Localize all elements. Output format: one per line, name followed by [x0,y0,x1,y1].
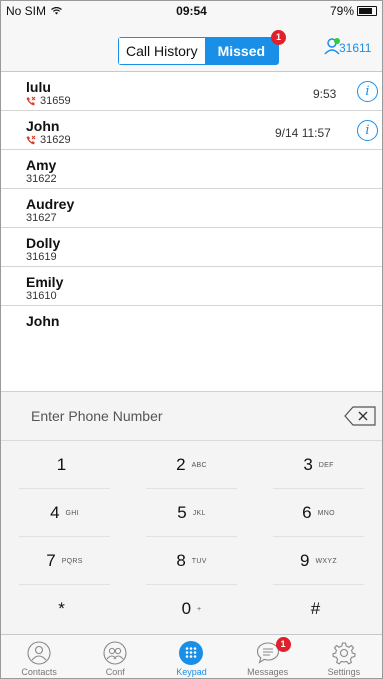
key-digit: 8 [176,551,186,570]
contacts-icon [27,641,51,665]
battery-icon [357,6,377,16]
phone-number-input[interactable] [29,404,313,428]
key-digit: 0 [181,599,192,618]
contact-number: 31622 [26,173,57,185]
key-8[interactable]: 8 TUV [128,537,255,585]
key-letters: ABC [191,461,207,469]
key-0[interactable]: 0 + [128,585,255,633]
contact-number: 31610 [26,290,57,302]
key-3[interactable]: 3 DEF [255,441,382,489]
tab-keypad[interactable]: Keypad [153,635,229,678]
keypad-icon [179,641,204,665]
key-digit: 4 [50,503,60,522]
key-letters: PQRS [61,557,83,565]
key-digit: 6 [302,503,312,522]
key-letters: JKL [192,509,206,517]
dial-pad: 1 2 ABC 3 DEF 4 GHI 5 JKL 6 MNO 7 PQRS 8 TUV 9W… [1,391,382,635]
contact-number: 31619 [26,251,57,263]
tab-messages[interactable]: 1 Messages [230,635,306,678]
info-icon[interactable]: i [357,81,378,102]
tab-call-history[interactable]: Call History [119,38,205,64]
tab-contacts[interactable]: Contacts [1,635,77,678]
backspace-icon[interactable] [344,406,376,426]
list-item[interactable]: Dolly 31619 [1,228,382,267]
tab-settings[interactable]: Settings [306,635,382,678]
contact-number-line: 31659 [26,95,71,107]
gear-icon [332,642,356,665]
list-item[interactable]: John [1,306,382,344]
list-item[interactable]: lulu 31659 9:53 i [1,72,382,111]
list-item[interactable]: Audrey 31627 [1,189,382,228]
call-history-list[interactable]: lulu 31659 9:53 i John 31629 9/14 11:57 … [1,72,382,390]
key-9[interactable]: 9 WXYZ [255,537,382,585]
contact-name: lulu [26,79,51,95]
contact-number-line: 31629 [26,134,71,146]
key-letters: TUV [191,557,207,565]
key-digit: 3 [303,455,313,474]
key-4[interactable]: 4 GHI [1,489,128,537]
messages-unread-badge: 1 [275,637,291,652]
key-2[interactable]: 2 ABC [128,441,255,489]
number-entry-bar [1,392,382,441]
key-letters: + [197,605,202,613]
key-letters: DEF [318,461,334,469]
info-icon[interactable]: i [357,120,378,141]
list-item[interactable]: John 31629 9/14 11:57 i [1,111,382,150]
key-hash[interactable]: # [255,585,382,633]
tab-label: Messages [247,667,289,677]
key-digit: 7 [46,551,56,570]
contact-name: Audrey [26,196,75,212]
contact-name: Amy [26,157,57,173]
tab-conf[interactable]: Conf [77,635,153,678]
key-6[interactable]: 6 MNO [255,489,382,537]
tab-label: Settings [327,667,361,677]
missed-call-icon [26,135,36,145]
status-bar: No SIM 09:54 79% [1,1,382,21]
key-digit: * [58,599,65,618]
call-time: 9/14 11:57 [275,126,331,140]
key-digit: 9 [300,551,310,570]
contact-number: 31627 [26,212,57,224]
call-time: 9:53 [313,87,337,101]
key-1[interactable]: 1 [1,441,128,489]
key-letters: MNO [317,509,335,517]
tab-label: Contacts [21,667,57,677]
contact-name: John [26,313,60,329]
key-letters: GHI [65,509,79,517]
key-digit: 2 [176,455,186,474]
key-star[interactable]: * [1,585,128,633]
header: Call History Missed 1 31611 [1,21,382,72]
key-digit: 1 [56,455,67,474]
contact-number: 31629 [40,134,71,146]
key-digit: # [310,599,321,618]
missed-call-icon [26,96,36,106]
history-filter-segmented-control: Call History Missed 1 [118,30,287,65]
clock: 09:54 [176,4,207,18]
contact-name: John [26,118,60,134]
key-5[interactable]: 5 JKL [128,489,255,537]
bottom-tab-bar: Contacts Conf Keypad 1 Messages Settings [1,634,382,678]
account-number[interactable]: 31611 [339,41,371,55]
key-grid: 1 2 ABC 3 DEF 4 GHI 5 JKL 6 MNO 7 PQRS 8 TUV 9W… [1,441,382,633]
key-digit: 5 [177,503,187,522]
missed-count-badge: 1 [271,30,287,45]
battery-percent: 79% [329,4,354,18]
tab-label: Conf [105,667,125,677]
contact-number: 31659 [40,95,71,107]
list-item[interactable]: Emily 31610 [1,267,382,306]
phone-screen: No SIM 09:54 79% Call History Missed 1 3… [0,0,383,679]
contact-name: Dolly [26,235,61,251]
battery-status: 79% [330,4,377,18]
key-7[interactable]: 7 PQRS [1,537,128,585]
list-item[interactable]: Amy 31622 [1,150,382,189]
key-letters: WXYZ [315,557,337,565]
conference-icon [103,641,127,665]
contact-name: Emily [26,274,64,290]
tab-label: Keypad [176,667,207,677]
tab-missed[interactable]: Missed [204,38,279,64]
